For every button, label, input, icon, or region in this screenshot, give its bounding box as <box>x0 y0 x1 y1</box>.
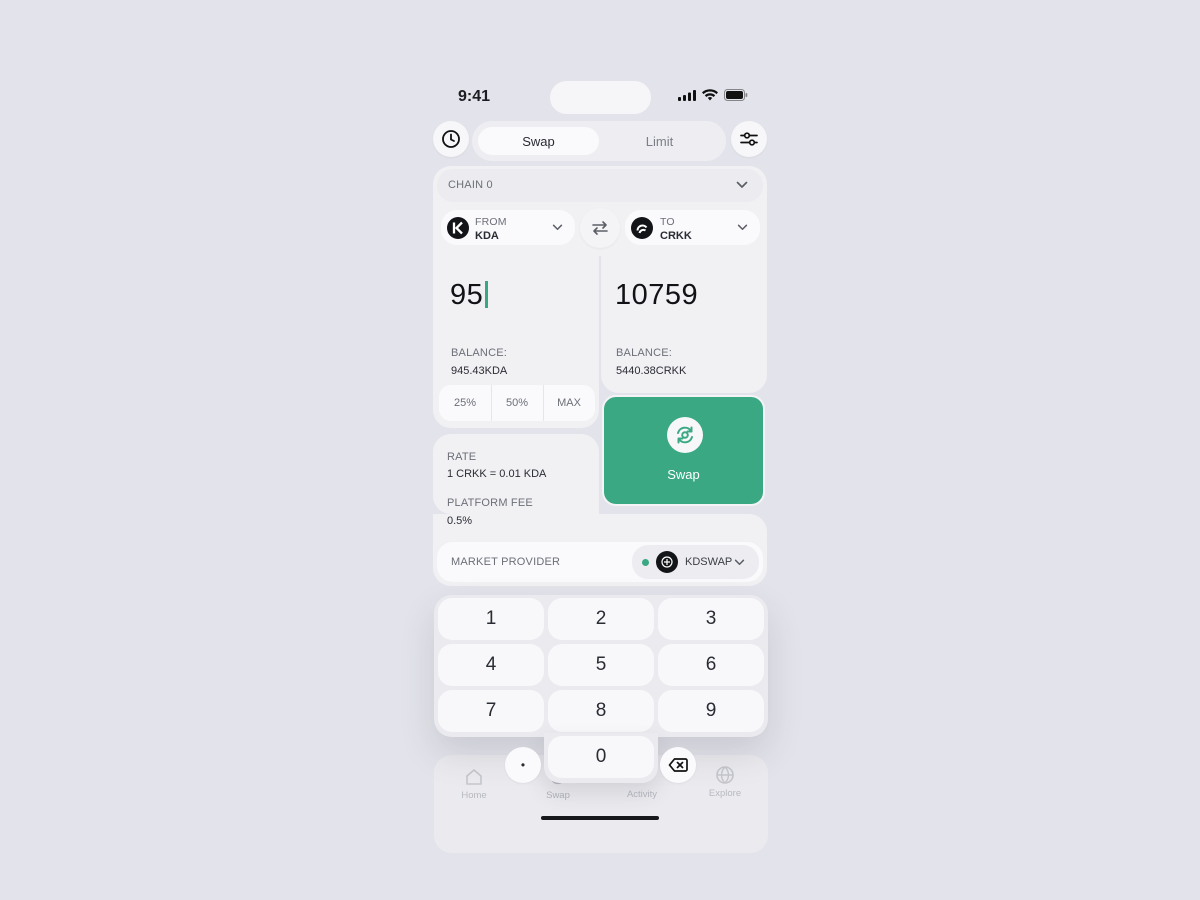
to-balance-value: 5440.38CRKK <box>616 365 687 377</box>
to-token-symbol: CRKK <box>660 230 692 242</box>
key-backspace[interactable] <box>660 747 696 783</box>
rate-value: 1 CRKK = 0.01 KDA <box>447 468 547 480</box>
mode-segmented-control: Swap Limit <box>472 121 726 161</box>
crkk-logo-icon <box>631 217 653 239</box>
swap-arrows-icon <box>592 221 608 235</box>
to-token-selector[interactable]: TO CRKK <box>625 210 760 245</box>
sliders-icon <box>740 132 758 146</box>
percent-25-button[interactable]: 25% <box>439 385 491 421</box>
kda-logo-icon <box>447 217 469 239</box>
numeric-keypad: 1 2 3 4 5 6 7 8 9 <box>434 595 768 737</box>
status-icons <box>678 89 748 101</box>
backspace-icon <box>668 758 688 772</box>
nav-item-home[interactable]: Home <box>456 767 492 801</box>
from-label: FROM <box>475 216 507 228</box>
rate-label: RATE <box>447 451 477 463</box>
swap-circle <box>667 417 703 453</box>
key-0[interactable]: 0 <box>548 736 654 778</box>
nav-label: Swap <box>546 790 570 801</box>
nav-label: Explore <box>708 788 742 799</box>
key-7[interactable]: 7 <box>438 690 544 732</box>
key-3[interactable]: 3 <box>658 598 764 640</box>
cellular-signal-icon <box>678 89 696 101</box>
market-provider-value: KDSWAP <box>685 556 733 568</box>
home-indicator <box>541 816 659 820</box>
from-balance-label: BALANCE: <box>451 347 508 359</box>
chevron-down-icon <box>737 224 748 230</box>
swap-button-label: Swap <box>667 467 700 482</box>
chain-label: CHAIN 0 <box>448 179 493 191</box>
swap-button[interactable]: Swap <box>602 395 765 506</box>
nav-label: Activity <box>626 789 658 800</box>
tab-limit[interactable]: Limit <box>599 127 720 155</box>
fee-value: 0.5% <box>447 515 473 527</box>
swap-refresh-icon <box>677 426 693 444</box>
to-amount-value: 10759 <box>615 279 699 311</box>
battery-icon <box>724 89 748 101</box>
from-amount-value: 95 <box>450 279 484 311</box>
from-token-selector[interactable]: FROM KDA <box>441 210 575 245</box>
key-2[interactable]: 2 <box>548 598 654 640</box>
nav-item-activity[interactable]: Activity <box>622 789 662 800</box>
nav-item-explore[interactable]: Explore <box>706 765 744 799</box>
clock-icon <box>442 130 460 148</box>
key-6[interactable]: 6 <box>658 644 764 686</box>
dynamic-island <box>550 81 651 114</box>
text-caret <box>485 281 489 308</box>
home-icon <box>466 769 482 785</box>
settings-button[interactable] <box>731 121 767 157</box>
market-provider-selector[interactable]: KDSWAP <box>632 545 759 579</box>
key-9[interactable]: 9 <box>658 690 764 732</box>
status-dot <box>642 559 649 566</box>
wifi-icon <box>702 89 718 101</box>
key-1[interactable]: 1 <box>438 598 544 640</box>
status-time: 9:41 <box>458 88 491 105</box>
kdswap-logo-icon <box>656 551 678 573</box>
key-4[interactable]: 4 <box>438 644 544 686</box>
flip-tokens-button[interactable] <box>580 208 620 248</box>
fee-label: PLATFORM FEE <box>447 497 533 509</box>
percent-50-button[interactable]: 50% <box>491 385 543 421</box>
key-8[interactable]: 8 <box>548 690 654 732</box>
nav-label: Home <box>461 790 487 801</box>
chevron-down-icon <box>736 181 748 188</box>
from-token-symbol: KDA <box>475 230 499 242</box>
from-amount-input[interactable]: 95 <box>450 279 489 312</box>
market-provider-label: MARKET PROVIDER <box>451 556 561 568</box>
from-balance-value: 945.43KDA <box>451 365 508 377</box>
chain-selector[interactable]: CHAIN 0 <box>437 169 763 202</box>
chevron-down-icon <box>552 224 563 230</box>
globe-icon <box>716 766 734 784</box>
chevron-down-icon <box>734 559 745 565</box>
tab-swap[interactable]: Swap <box>478 127 599 155</box>
history-button[interactable] <box>433 121 469 157</box>
key-5[interactable]: 5 <box>548 644 654 686</box>
to-label: TO <box>660 216 675 228</box>
max-button[interactable]: MAX <box>543 385 595 421</box>
to-balance-label: BALANCE: <box>616 347 673 359</box>
key-decimal[interactable]: • <box>505 747 541 783</box>
